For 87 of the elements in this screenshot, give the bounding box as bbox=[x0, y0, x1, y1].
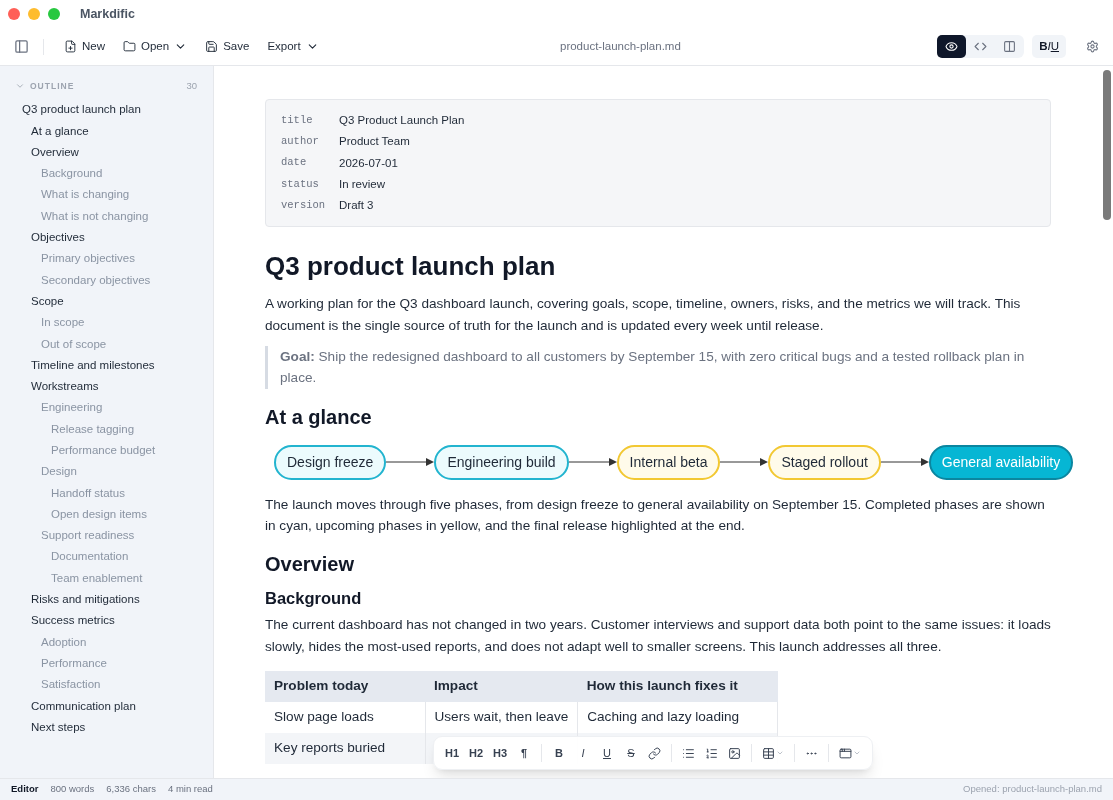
file-name: product-launch-plan.md bbox=[560, 38, 681, 54]
outline-item[interactable]: Q3 product launch plan bbox=[0, 99, 213, 121]
format-button[interactable]: H1 bbox=[440, 740, 464, 766]
section-heading: Overview bbox=[265, 552, 355, 578]
format-button[interactable]: H3 bbox=[488, 740, 512, 766]
outline-item[interactable]: Scope bbox=[0, 290, 213, 313]
field-key: date bbox=[281, 155, 339, 172]
status-stat: 4 min read bbox=[167, 782, 213, 797]
field-value: Draft 3 bbox=[339, 198, 374, 214]
paragraph: The current dashboard has not changed in two years. Customer interviews and support data both point to the same issues: it loads slowly, hides the most-used reports, and does not adapt well to smaller screens. This launch addresses all three. bbox=[265, 616, 1051, 656]
phase-node: Internal beta bbox=[616, 444, 721, 480]
field-key: title bbox=[281, 112, 339, 129]
format-button[interactable]: ¶ bbox=[512, 740, 536, 766]
table-cell: Caching and lazy loading bbox=[577, 701, 778, 733]
format-button[interactable]: H2 bbox=[464, 740, 488, 766]
outline-item[interactable]: Communication plan bbox=[0, 695, 213, 717]
link-icon bbox=[648, 746, 661, 760]
subsection-heading: Background bbox=[265, 588, 363, 610]
format-button[interactable]: S bbox=[619, 740, 643, 766]
field-value: Q3 Product Launch Plan bbox=[339, 113, 465, 128]
outline-item[interactable]: At a glance bbox=[0, 120, 213, 142]
caret-icon bbox=[776, 749, 784, 757]
format-toggle-button[interactable]: BIU bbox=[1032, 35, 1066, 58]
save-icon bbox=[205, 40, 219, 53]
format-button[interactable]: I bbox=[571, 740, 595, 766]
field-key: author bbox=[281, 134, 339, 150]
close-button[interactable] bbox=[8, 8, 20, 20]
zoom-button[interactable] bbox=[48, 8, 60, 20]
table-cell: Key reports buried bbox=[265, 732, 425, 764]
outline-item[interactable]: Risks and mitigations bbox=[0, 589, 213, 611]
view-mode-tab[interactable] bbox=[937, 35, 967, 58]
caret-icon bbox=[853, 749, 861, 757]
connector-arrow bbox=[880, 457, 929, 468]
eye-icon bbox=[945, 40, 959, 53]
settings-icon[interactable] bbox=[1086, 40, 1099, 53]
editor-mode-label: Editor bbox=[11, 782, 39, 797]
connector-arrow bbox=[386, 457, 435, 468]
field-key: status bbox=[281, 176, 339, 193]
outline-count: 30 bbox=[186, 79, 197, 93]
goal-quote: Goal: Ship the redesigned dashboard to all customers by September 15, with zero critical bugs and a tested rollback plan in place. bbox=[265, 346, 1051, 389]
outline-item[interactable]: Success metrics bbox=[0, 610, 213, 632]
column-header: Impact bbox=[425, 670, 578, 702]
code-icon bbox=[974, 40, 988, 53]
toolbar-button[interactable]: Save bbox=[199, 33, 256, 60]
status-stat: 6,336 chars bbox=[106, 782, 156, 797]
sidebar-toggle-icon[interactable] bbox=[14, 39, 29, 54]
scrollbar-thumb[interactable] bbox=[1103, 70, 1111, 220]
field-value: 2026-07-01 bbox=[339, 155, 398, 171]
table-icon bbox=[762, 746, 775, 760]
connector-arrow bbox=[720, 457, 769, 468]
outline-title: OUTLINE bbox=[30, 79, 75, 93]
table-cell: Slow page loads bbox=[265, 701, 425, 733]
outline-item[interactable]: Next steps bbox=[0, 716, 213, 739]
layout-icon bbox=[839, 746, 852, 760]
window-title: Markdific bbox=[80, 5, 135, 23]
column-header: Problem today bbox=[265, 670, 425, 702]
connector-arrow bbox=[568, 457, 617, 468]
outline-item[interactable]: Timeline and milestones bbox=[0, 354, 213, 377]
image-icon bbox=[728, 746, 741, 760]
paragraph: A working plan for the Q3 dashboard launch, covering goals, scope, timeline, owners, risks, and the metrics we will track. This document is the single source of truth for the launch and is updated every week until release. bbox=[265, 295, 1022, 335]
format-button[interactable]: U bbox=[595, 740, 619, 766]
phase-node: General availability bbox=[928, 444, 1074, 480]
field-value: In review bbox=[339, 176, 386, 192]
phase-node: Design freeze bbox=[274, 444, 387, 480]
toolbar-button[interactable]: Export bbox=[261, 33, 325, 60]
folder-icon bbox=[123, 40, 136, 53]
format-button[interactable]: B bbox=[547, 740, 571, 766]
field-value: Product Team bbox=[339, 134, 410, 150]
toolbar-button[interactable]: New bbox=[58, 33, 111, 60]
document-heading: Q3 product launch plan bbox=[265, 250, 557, 284]
outline-item[interactable]: Objectives bbox=[0, 227, 213, 249]
bullet-list-icon bbox=[682, 746, 695, 760]
phase-node: Staged rollout bbox=[768, 444, 881, 480]
status-message: Opened: product-launch-plan.md bbox=[963, 782, 1102, 797]
field-key: version bbox=[281, 197, 339, 214]
columns-icon bbox=[1003, 40, 1017, 53]
column-header: How this launch fixes it bbox=[577, 670, 778, 702]
section-heading: At a glance bbox=[265, 404, 373, 430]
status-stat: 800 words bbox=[50, 782, 95, 797]
file-plus-icon bbox=[64, 40, 77, 53]
numbered-list-icon bbox=[705, 746, 718, 760]
paragraph: The launch moves through five phases, from design freeze to general availability on September 15. Completed phases are shown in cyan, upcoming phases in yellow, and the final release highlighted at the end. bbox=[265, 495, 1046, 535]
table-cell: Users wait, then leave bbox=[425, 701, 578, 733]
outline-item[interactable]: Workstreams bbox=[0, 376, 213, 398]
outline-item[interactable]: Overview bbox=[0, 141, 213, 164]
toolbar-button[interactable]: Open bbox=[117, 33, 194, 60]
phase-node: Engineering build bbox=[434, 444, 569, 480]
